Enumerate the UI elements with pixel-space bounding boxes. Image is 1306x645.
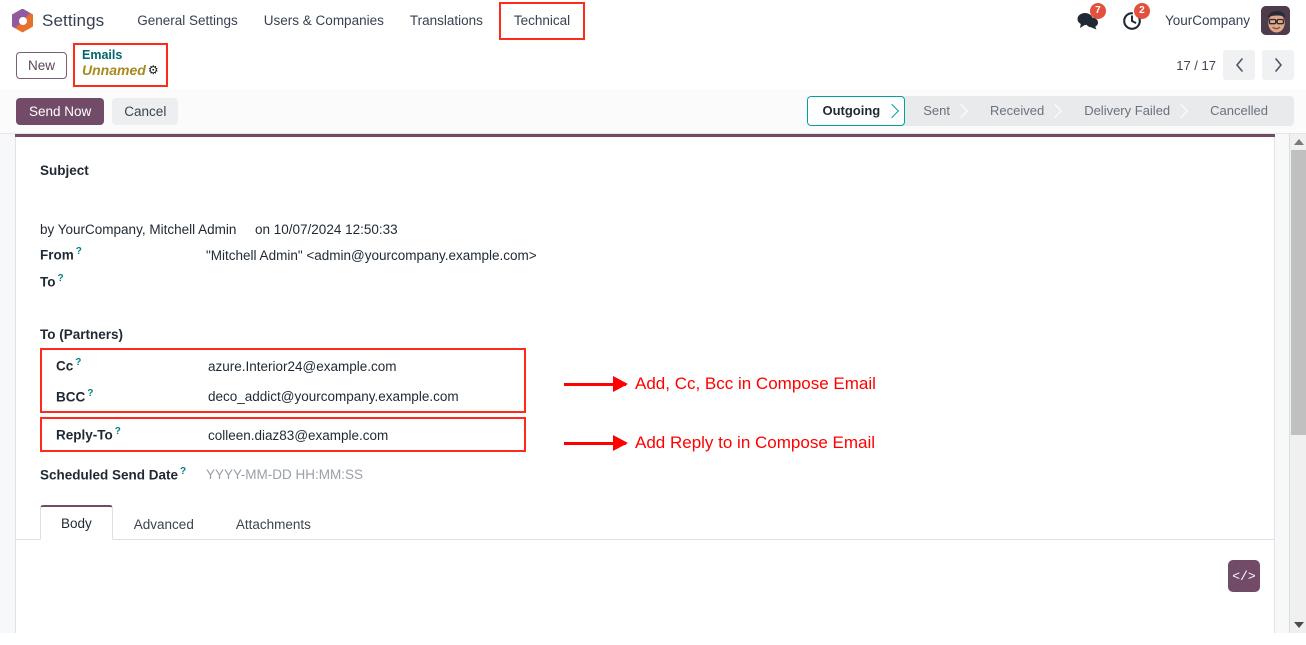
status-stage-received[interactable]: Received bbox=[972, 96, 1066, 126]
hexagon-center-dot bbox=[18, 16, 27, 25]
pager-count: 17 / 17 bbox=[1176, 57, 1216, 73]
breadcrumb-parent-emails[interactable]: Emails bbox=[82, 48, 159, 62]
meta-author: by YourCompany, Mitchell Admin bbox=[40, 222, 237, 237]
to-partners-label: To (Partners) bbox=[40, 327, 124, 342]
annotation-callout-reply-to: Add Reply to in Compose Email bbox=[564, 433, 875, 453]
to-label: To? bbox=[40, 272, 64, 290]
status-stage-outgoing[interactable]: Outgoing bbox=[807, 96, 906, 126]
record-meta-row: by YourCompany, Mitchell Admin on 10/07/… bbox=[40, 222, 1250, 237]
status-stage-cancelled[interactable]: Cancelled bbox=[1192, 96, 1290, 126]
meta-timestamp: on 10/07/2024 12:50:33 bbox=[255, 222, 398, 237]
breadcrumb-current-record: Unnamed bbox=[82, 62, 146, 79]
scrollbar-down-arrow[interactable] bbox=[1290, 617, 1306, 633]
triangle-up-icon bbox=[1293, 139, 1304, 145]
breadcrumb: Emails Unnamed ⚙ bbox=[73, 43, 168, 87]
triangle-down-icon bbox=[1293, 622, 1304, 628]
scrollbar-thumb[interactable] bbox=[1291, 150, 1306, 435]
form-sheet: Subject by YourCompany, Mitchell Admin o… bbox=[15, 137, 1275, 633]
annotation-arrow-icon bbox=[564, 382, 626, 386]
gear-icon[interactable]: ⚙ bbox=[148, 64, 159, 78]
subject-input[interactable] bbox=[40, 186, 1250, 222]
annotation-text-cc-bcc: Add, Cc, Bcc in Compose Email bbox=[635, 374, 876, 393]
from-label: From? bbox=[40, 246, 82, 263]
status-pipeline: Outgoing Sent Received Delivery Failed C… bbox=[807, 96, 1294, 126]
menu-item-technical[interactable]: Technical bbox=[498, 1, 586, 40]
new-record-button[interactable]: New bbox=[16, 51, 68, 79]
field-row-bcc: BCC? deco_addict@yourcompany.example.com bbox=[42, 381, 524, 412]
cancel-button[interactable]: Cancel bbox=[112, 97, 179, 125]
avatar-image bbox=[1261, 6, 1290, 35]
scheduled-tooltip-icon[interactable]: ? bbox=[180, 466, 186, 477]
to-tooltip-icon[interactable]: ? bbox=[58, 273, 64, 284]
cc-tooltip-icon[interactable]: ? bbox=[75, 357, 81, 368]
notebook-tabs: Body Advanced Attachments bbox=[16, 504, 1274, 540]
reply-to-label: Reply-To? bbox=[56, 426, 121, 443]
form-scroll-area: Subject by YourCompany, Mitchell Admin o… bbox=[0, 134, 1289, 633]
app-title[interactable]: Settings bbox=[42, 11, 104, 31]
chevron-left-icon bbox=[1235, 58, 1243, 72]
action-status-bar: Send Now Cancel Outgoing Sent Received D… bbox=[0, 89, 1306, 134]
subject-label: Subject bbox=[40, 163, 89, 178]
tab-body[interactable]: Body bbox=[40, 505, 113, 540]
company-switcher[interactable]: YourCompany bbox=[1154, 13, 1261, 28]
reply-to-tooltip-icon[interactable]: ? bbox=[115, 426, 121, 437]
vertical-scrollbar[interactable] bbox=[1289, 134, 1306, 633]
field-row-to: To? bbox=[40, 273, 1250, 290]
activities-badge: 2 bbox=[1133, 3, 1150, 19]
menu-item-general-settings[interactable]: General Settings bbox=[124, 0, 251, 41]
activities-button[interactable]: 2 bbox=[1110, 0, 1154, 41]
from-value[interactable]: "Mitchell Admin" <admin@yourcompany.exam… bbox=[206, 248, 537, 263]
tab-advanced[interactable]: Advanced bbox=[113, 507, 215, 540]
status-stage-sent[interactable]: Sent bbox=[905, 96, 972, 126]
bcc-value[interactable]: deco_addict@yourcompany.example.com bbox=[208, 389, 459, 404]
field-row-reply-to: Reply-To? colleen.diaz83@example.com bbox=[42, 419, 524, 450]
form-view-container: Subject by YourCompany, Mitchell Admin o… bbox=[0, 134, 1306, 633]
messages-badge: 7 bbox=[1089, 3, 1106, 19]
scrollbar-up-arrow[interactable] bbox=[1290, 134, 1306, 150]
pager-previous-button[interactable] bbox=[1223, 50, 1255, 80]
bcc-label: BCC? bbox=[56, 387, 94, 405]
code-icon[interactable]: </> bbox=[1228, 560, 1260, 592]
navbar-right-section: 7 2 YourCompany bbox=[1066, 0, 1298, 41]
field-row-cc: Cc? azure.Interior24@example.com bbox=[42, 350, 524, 381]
tab-panel-body[interactable]: </> bbox=[40, 540, 1260, 610]
scheduled-send-date-label: Scheduled Send Date? bbox=[40, 465, 187, 483]
pager-next-button[interactable] bbox=[1262, 50, 1294, 80]
control-panel-breadcrumb: New Emails Unnamed ⚙ 17 / 17 bbox=[0, 41, 1306, 89]
annotation-text-reply-to: Add Reply to in Compose Email bbox=[635, 433, 876, 452]
user-avatar[interactable] bbox=[1261, 6, 1290, 35]
odoo-hexagon-logo[interactable] bbox=[12, 8, 33, 33]
annotation-box-reply-to: Reply-To? colleen.diaz83@example.com bbox=[40, 417, 526, 452]
top-navbar: Settings General Settings Users & Compan… bbox=[0, 0, 1306, 41]
field-row-from: From? "Mitchell Admin" <admin@yourcompan… bbox=[40, 246, 1250, 263]
reply-to-value[interactable]: colleen.diaz83@example.com bbox=[208, 428, 388, 443]
annotation-box-cc-bcc: Cc? azure.Interior24@example.com BCC? de… bbox=[40, 348, 526, 413]
menu-item-translations[interactable]: Translations bbox=[397, 0, 496, 41]
form-spacer bbox=[40, 299, 1250, 327]
tab-attachments[interactable]: Attachments bbox=[215, 507, 332, 540]
from-tooltip-icon[interactable]: ? bbox=[76, 246, 82, 257]
cc-label: Cc? bbox=[56, 357, 82, 374]
pager: 17 / 17 bbox=[1176, 50, 1294, 80]
field-row-subject: Subject bbox=[40, 163, 1250, 178]
annotation-callout-cc-bcc: Add, Cc, Bcc in Compose Email bbox=[564, 374, 876, 394]
scheduled-send-date-input[interactable]: YYYY-MM-DD HH:MM:SS bbox=[206, 467, 363, 482]
chevron-right-icon bbox=[1274, 58, 1282, 72]
main-menu: General Settings Users & Companies Trans… bbox=[124, 0, 586, 41]
send-now-button[interactable]: Send Now bbox=[16, 97, 105, 125]
bcc-tooltip-icon[interactable]: ? bbox=[87, 388, 93, 399]
menu-item-users-companies[interactable]: Users & Companies bbox=[251, 0, 397, 41]
field-row-scheduled-send-date: Scheduled Send Date? YYYY-MM-DD HH:MM:SS bbox=[40, 466, 1250, 483]
annotation-arrow-icon bbox=[564, 441, 626, 445]
cc-value[interactable]: azure.Interior24@example.com bbox=[208, 359, 397, 374]
status-stage-delivery-failed[interactable]: Delivery Failed bbox=[1066, 96, 1192, 126]
field-row-to-partners: To (Partners) bbox=[40, 327, 1250, 342]
messages-button[interactable]: 7 bbox=[1066, 0, 1110, 41]
